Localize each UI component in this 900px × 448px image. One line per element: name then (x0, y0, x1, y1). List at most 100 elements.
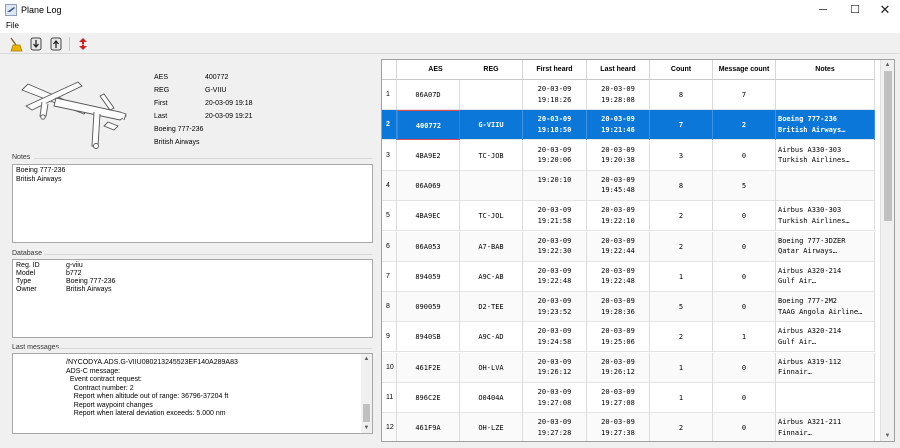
count-cell[interactable]: 2 (650, 413, 713, 441)
minimize-button[interactable]: ─ (808, 0, 838, 20)
notes-cell[interactable]: Airbus A319-112 Finnair… (776, 352, 875, 383)
last-heard-cell[interactable]: 20-03-09 19:20:38 (587, 140, 650, 171)
count-cell[interactable]: 2 (650, 201, 713, 232)
last-heard-cell[interactable]: 20-03-09 19:45:48 (587, 170, 650, 201)
last-heard-cell[interactable]: 20-03-09 19:22:10 (587, 201, 650, 232)
table-row[interactable]: 7 894059 A9C-AB 20-03-09 19:22:48 20-03-09 19:… (382, 261, 875, 292)
aes-cell[interactable]: 894059 (397, 261, 460, 292)
aes-cell[interactable]: 896C2E (397, 383, 460, 413)
table-scroll-thumb[interactable] (884, 71, 892, 221)
last-heard-cell[interactable]: 20-03-09 19:27:38 (587, 413, 650, 441)
first-heard-cell[interactable]: 20-03-09 19:22:30 (523, 231, 587, 262)
table-row[interactable]: 6 06A053 A7-BAB 20-03-09 19:22:30 20-03-09 19:… (382, 231, 875, 262)
row-number[interactable]: 4 (382, 170, 397, 201)
reg-cell[interactable]: O0404A (460, 383, 523, 413)
notes-cell[interactable]: Airbus A320-214 Gulf Air… (776, 261, 875, 292)
aes-cell[interactable]: 8940SB (397, 322, 460, 353)
table-row[interactable]: 3 4BA9E2 TC-JOB 20-03-09 19:20:06 20-03-09 19:… (382, 140, 875, 171)
aes-cell[interactable]: 06A053 (397, 231, 460, 262)
table-row[interactable]: 2 400772 G-VIIU 20-03-09 19:18:50 20-03-09 19:… (382, 110, 875, 141)
aes-cell[interactable]: 06A069 (397, 170, 460, 201)
first-heard-cell[interactable]: 20-03-09 19:27:28 (523, 413, 587, 441)
last-heard-cell[interactable]: 20-03-09 19:28:08 (587, 80, 650, 110)
table-row[interactable]: 5 4BA9EC TC-JOL 20-03-09 19:21:58 20-03-09 19:… (382, 201, 875, 232)
reg-cell[interactable]: A7-BAB (460, 231, 523, 262)
table-row[interactable]: 10 461F2E OH-LVA 20-03-09 19:26:12 20-03-09 19… (382, 352, 875, 383)
first-heard-cell[interactable]: 20-03-09 19:20:06 (523, 140, 587, 171)
row-number[interactable]: 6 (382, 231, 397, 262)
table-row[interactable]: 12 461F9A OH-LZE 20-03-09 19:27:28 20-03-09 19… (382, 413, 875, 441)
row-number[interactable]: 7 (382, 261, 397, 292)
table-header-last-heard[interactable]: Last heard (587, 60, 650, 80)
count-cell[interactable]: 8 (650, 170, 713, 201)
download-icon[interactable] (28, 36, 44, 52)
count-cell[interactable]: 1 (650, 352, 713, 383)
table-row[interactable]: 8 090059 D2-TEE 20-03-09 19:23:52 20-03-09 19:… (382, 292, 875, 323)
message-count-cell[interactable]: 0 (713, 201, 776, 232)
last-heard-cell[interactable]: 20-03-09 19:27:08 (587, 383, 650, 413)
last-heard-cell[interactable]: 20-03-09 19:21:46 (587, 110, 650, 141)
aes-cell[interactable]: 461F9A (397, 413, 460, 441)
last-heard-cell[interactable]: 20-03-09 19:25:06 (587, 322, 650, 353)
notes-cell[interactable]: Boeing 777-3DZER Qatar Airways… (776, 231, 875, 262)
count-cell[interactable]: 5 (650, 292, 713, 323)
row-number[interactable]: 8 (382, 292, 397, 323)
broom-icon[interactable] (8, 36, 24, 52)
count-cell[interactable]: 1 (650, 383, 713, 413)
messages-scroll-thumb[interactable] (363, 404, 370, 422)
notes-cell[interactable]: Boeing 777-2M2 TAAG Angola Airline… (776, 292, 875, 323)
last-messages-textarea[interactable]: /NYCODYA.ADS.G-VIIU080213245523EF140A289… (12, 353, 373, 434)
last-heard-cell[interactable]: 20-03-09 19:28:36 (587, 292, 650, 323)
notes-cell[interactable] (776, 383, 875, 413)
aes-cell[interactable]: 400772 (397, 110, 460, 141)
notes-cell[interactable]: Airbus A320-214 Gulf Air… (776, 322, 875, 353)
table-scroll-down-icon[interactable]: ▼ (881, 431, 894, 441)
message-count-cell[interactable]: 1 (713, 322, 776, 353)
message-count-cell[interactable]: 5 (713, 170, 776, 201)
message-count-cell[interactable]: 0 (713, 292, 776, 323)
first-heard-cell[interactable]: 20-03-09 19:24:58 (523, 322, 587, 353)
first-heard-cell[interactable]: 19:20:10 (523, 170, 587, 201)
notes-cell[interactable] (776, 170, 875, 201)
aes-cell[interactable]: 4BA9E2 (397, 140, 460, 171)
row-number[interactable]: 1 (382, 80, 397, 110)
reg-cell[interactable]: TC-JOB (460, 140, 523, 171)
reg-cell[interactable]: OH-LVA (460, 352, 523, 383)
row-number[interactable]: 10 (382, 352, 397, 383)
last-heard-cell[interactable]: 20-03-09 19:26:12 (587, 352, 650, 383)
last-heard-cell[interactable]: 20-03-09 19:22:48 (587, 261, 650, 292)
count-cell[interactable]: 2 (650, 231, 713, 262)
table-header-first-heard[interactable]: First heard (523, 60, 587, 80)
count-cell[interactable]: 2 (650, 322, 713, 353)
notes-cell[interactable]: Airbus A321-211 Finnair… (776, 413, 875, 441)
aes-cell[interactable]: 090059 (397, 292, 460, 323)
notes-textarea[interactable]: Boeing 777-236 British Airways (12, 164, 373, 243)
reg-cell[interactable]: TC-JOL (460, 201, 523, 232)
message-count-cell[interactable]: 0 (713, 352, 776, 383)
table-row[interactable]: 11 896C2E O0404A 20-03-09 19:27:08 20-03-09 19… (382, 383, 875, 413)
message-count-cell[interactable]: 0 (713, 231, 776, 262)
table-header-reg[interactable]: REG (460, 60, 523, 80)
message-count-cell[interactable]: 0 (713, 383, 776, 413)
table-row[interactable]: 1 06A07D 20-03-09 19:18:26 20-03-09 19:28:08 8… (382, 80, 875, 110)
flip-icon[interactable] (75, 36, 91, 52)
table-header-count[interactable]: Count (650, 60, 713, 80)
scroll-down-arrow-icon[interactable]: ▼ (361, 423, 372, 433)
first-heard-cell[interactable]: 20-03-09 19:21:58 (523, 201, 587, 232)
aes-cell[interactable]: 461F2E (397, 352, 460, 383)
first-heard-cell[interactable]: 20-03-09 19:18:50 (523, 110, 587, 141)
table-scroll-up-icon[interactable]: ▲ (881, 60, 894, 70)
table-header-message-count[interactable]: Message count (713, 60, 776, 80)
count-cell[interactable]: 8 (650, 80, 713, 110)
messages-scrollbar[interactable]: ▲ ▼ (361, 354, 372, 433)
message-count-cell[interactable]: 7 (713, 80, 776, 110)
notes-cell[interactable]: Airbus A330-303 Turkish Airlines… (776, 140, 875, 171)
notes-cell[interactable] (776, 80, 875, 110)
last-heard-cell[interactable]: 20-03-09 19:22:44 (587, 231, 650, 262)
first-heard-cell[interactable]: 20-03-09 19:23:52 (523, 292, 587, 323)
table-header-notes[interactable]: Notes (776, 60, 875, 80)
row-number[interactable]: 11 (382, 383, 397, 413)
reg-cell[interactable]: A9C-AB (460, 261, 523, 292)
reg-cell[interactable]: OH-LZE (460, 413, 523, 441)
reg-cell[interactable] (460, 170, 523, 201)
